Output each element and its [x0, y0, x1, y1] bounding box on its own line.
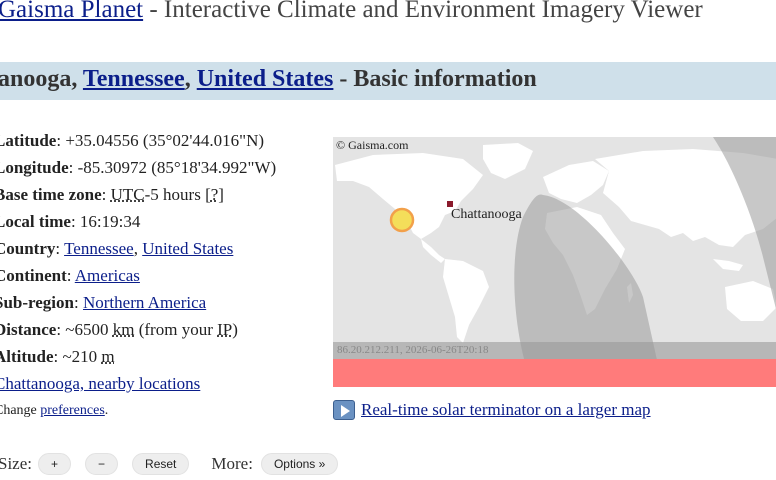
more-label: More:	[211, 454, 253, 473]
continent-link[interactable]: Americas	[75, 266, 140, 285]
longitude-label: Longitude	[0, 158, 69, 177]
city-name: ttanooga	[0, 66, 72, 92]
ip-abbr: IP	[217, 320, 233, 339]
distance-value: : ~6500	[56, 320, 113, 339]
state-link[interactable]: Tennessee	[83, 66, 185, 92]
realtime-map-link[interactable]: Real-time solar terminator on a larger m…	[361, 400, 651, 420]
distance-end: )	[232, 320, 238, 339]
latitude-value: : +35.04556 (35°02'44.016"N)	[56, 131, 265, 150]
country-row: Country: Tennessee, United States	[0, 238, 276, 265]
timezone-label: Base time zone	[0, 185, 102, 204]
subregion-row: Sub-region: Northern America	[0, 292, 276, 319]
site-home-link[interactable]: Gaisma Planet	[0, 0, 143, 23]
play-icon[interactable]	[333, 400, 355, 420]
country-comma: ,	[133, 239, 143, 258]
daylight-bar	[333, 359, 776, 387]
size-minus-button[interactable]: −	[85, 453, 119, 475]
heading-suffix: - Basic information	[333, 66, 537, 92]
map-timestamp: 86.20.212.211, 2026-06-26T20:18	[337, 344, 489, 356]
subregion-label: Sub-region	[0, 293, 74, 312]
country-label: Country	[0, 239, 56, 258]
nearby-row: Chattanooga, nearby locations	[0, 373, 276, 400]
latitude-row: Latitude: +35.04556 (35°02'44.016"N)	[0, 130, 276, 157]
timezone-close: ]	[218, 185, 224, 204]
world-map[interactable]: © Gaisma.com Chattanooga 86.20.212.211, …	[333, 137, 776, 387]
heading-separator: ,	[71, 66, 83, 92]
utc-abbr: UTC	[110, 185, 145, 204]
page-subtitle: - Interactive Climate and Environment Im…	[143, 0, 703, 23]
local-time-label: Local time	[0, 212, 71, 231]
size-label: Size:	[0, 454, 32, 473]
latitude-label: Latitude	[0, 131, 57, 150]
timezone-sep: :	[101, 185, 111, 204]
preferences-link[interactable]: preferences	[40, 403, 105, 418]
km-abbr: km	[112, 320, 135, 339]
basic-info-list: Latitude: +35.04556 (35°02'44.016"N) Lon…	[0, 130, 276, 427]
map-copyright: © Gaisma.com	[336, 138, 409, 152]
continent-row: Continent: Americas	[0, 265, 276, 292]
options-button[interactable]: Options »	[260, 453, 339, 475]
change-end: .	[104, 403, 109, 418]
local-time-row: Local time: 16:19:34	[0, 211, 276, 238]
sun-icon	[389, 207, 415, 233]
country-link[interactable]: United States	[197, 66, 334, 92]
longitude-row: Longitude: -85.30972 (85°18'34.992"W)	[0, 157, 276, 184]
timezone-value: -5 hours [	[144, 185, 211, 204]
country-state-link[interactable]: Tennessee	[64, 239, 134, 258]
size-controls: Size: + − Reset More: Options »	[0, 453, 339, 475]
country-country-link[interactable]: United States	[142, 239, 233, 258]
altitude-value: : ~210	[53, 347, 102, 366]
subregion-sep: :	[74, 293, 83, 312]
longitude-value: : -85.30972 (85°18'34.992"W)	[68, 158, 277, 177]
change-text: Change	[0, 403, 37, 418]
realtime-map-row: Real-time solar terminator on a larger m…	[333, 400, 651, 420]
timezone-row: Base time zone: UTC-5 hours [?]	[0, 184, 276, 211]
subregion-link[interactable]: Northern America	[83, 293, 206, 312]
reset-button[interactable]: Reset	[132, 453, 190, 475]
location-banner: ttanooga, Tennessee, United States - Bas…	[0, 62, 776, 100]
heading-separator: ,	[184, 66, 197, 92]
nearby-locations-link[interactable]: Chattanooga, nearby locations	[0, 374, 200, 393]
altitude-row: Altitude: ~210 m	[0, 346, 276, 373]
altitude-label: Altitude	[0, 347, 54, 366]
country-sep: :	[55, 239, 65, 258]
page-header: Gaisma Planet - Interactive Climate and …	[0, 0, 703, 24]
continent-label: Continent	[0, 266, 67, 285]
location-heading: ttanooga, Tennessee, United States - Bas…	[0, 66, 537, 93]
distance-mid: (from your	[134, 320, 218, 339]
preferences-row: Change preferences.	[0, 400, 276, 427]
map-city-label: Chattanooga	[451, 207, 522, 222]
size-plus-button[interactable]: +	[38, 453, 72, 475]
continent-sep: :	[66, 266, 75, 285]
local-time-value: : 16:19:34	[70, 212, 141, 231]
distance-row: Distance: ~6500 km (from your IP)	[0, 319, 276, 346]
distance-label: Distance	[0, 320, 57, 339]
m-abbr: m	[101, 347, 115, 366]
